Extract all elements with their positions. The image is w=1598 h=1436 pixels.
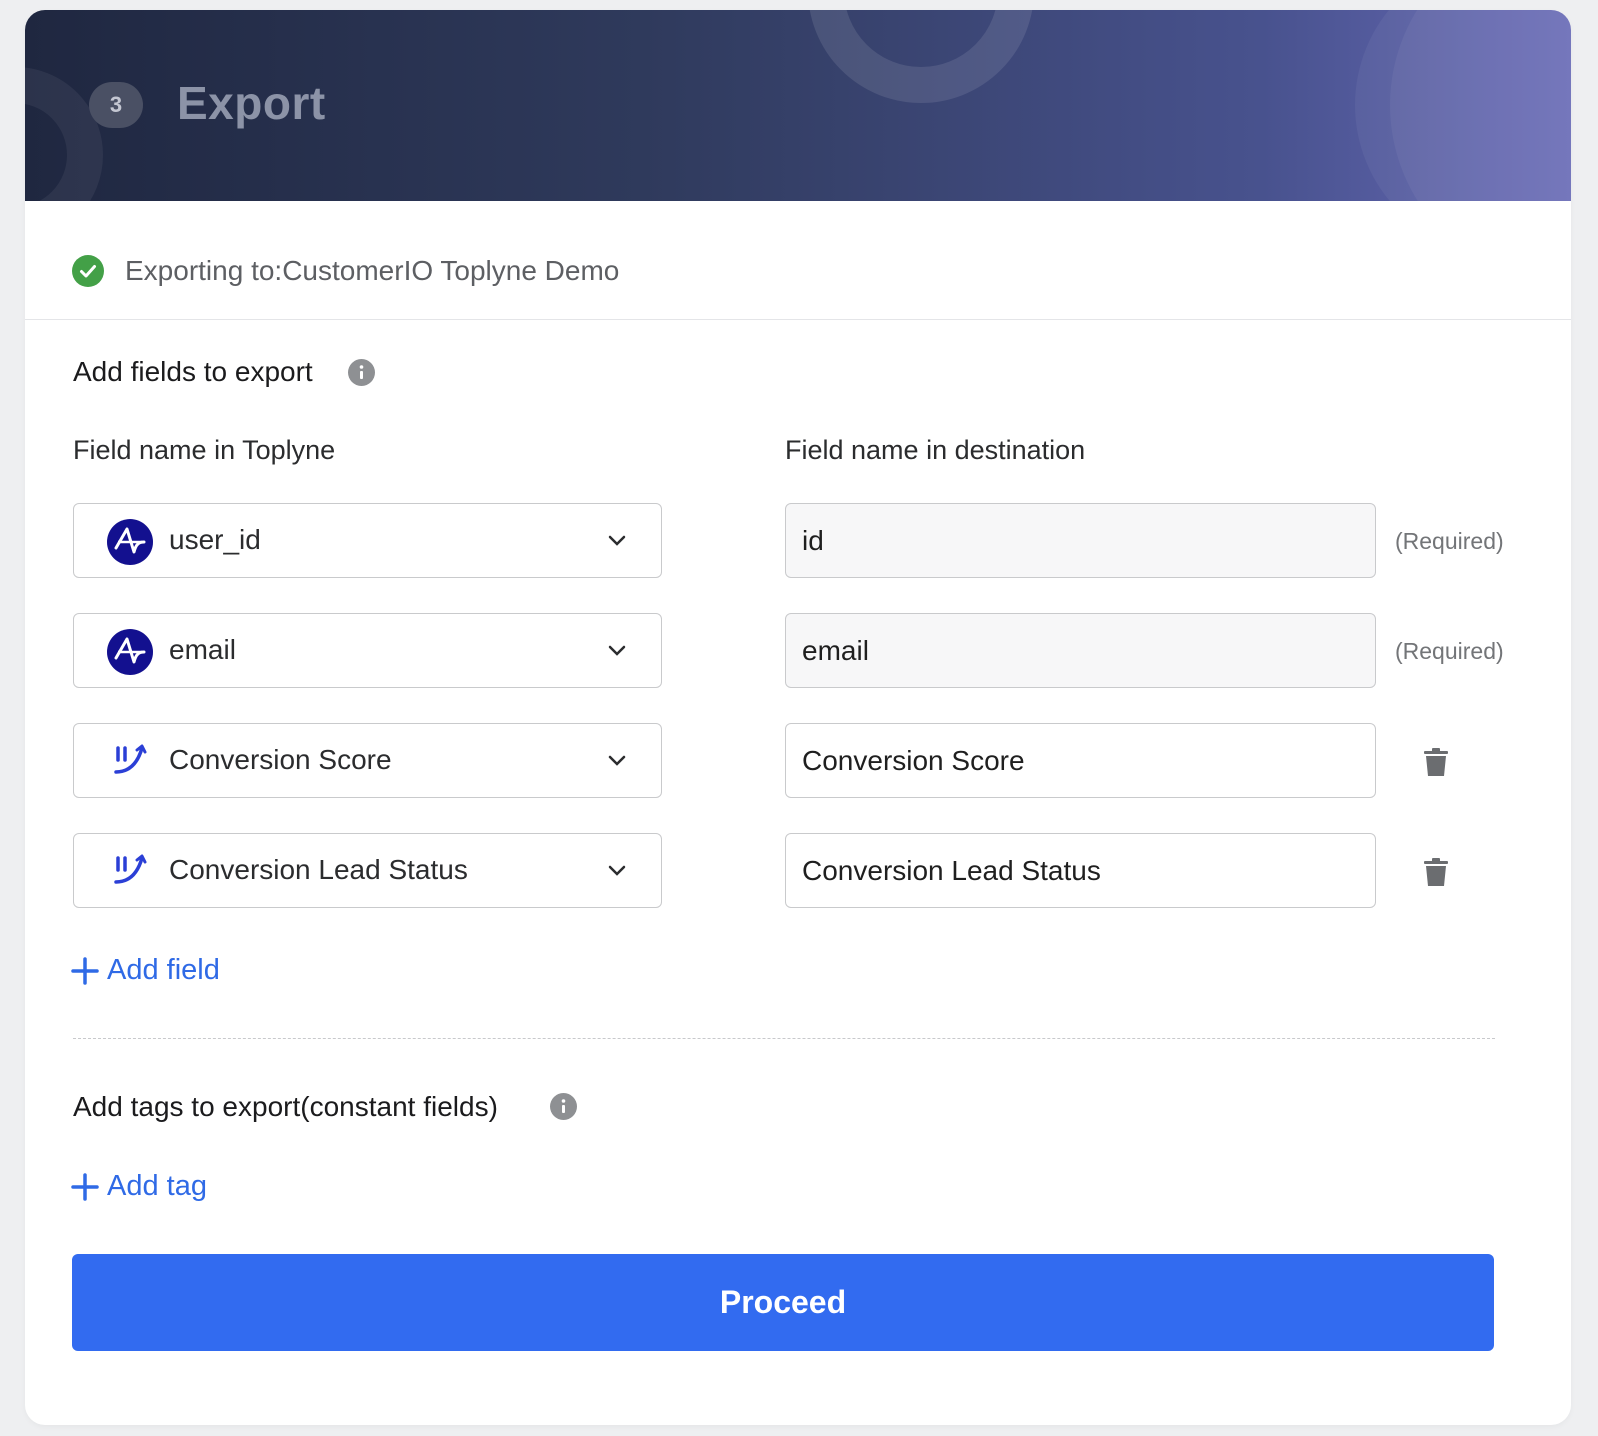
- source-field-label: Conversion Lead Status: [169, 854, 468, 885]
- export-header: 3 Export: [25, 10, 1571, 201]
- plus-icon: [71, 1172, 99, 1201]
- source-field-select[interactable]: user_id: [73, 503, 662, 578]
- plus-icon: [71, 956, 99, 985]
- tags-section-title: Add tags to export(constant fields): [73, 1091, 498, 1122]
- source-field-label: email: [169, 634, 236, 665]
- export-destination-status: Exporting to:CustomerIO Toplyne Demo: [25, 201, 1571, 320]
- section-divider: [73, 1038, 1495, 1039]
- step-number-badge: 3: [89, 82, 143, 128]
- add-field-label: Add field: [107, 954, 220, 986]
- chevron-down-icon: [608, 535, 626, 546]
- col-label-source: Field name in Toplyne: [73, 435, 336, 465]
- proceed-button[interactable]: Proceed: [72, 1254, 1494, 1351]
- add-field-button[interactable]: Add field: [71, 954, 220, 987]
- required-label: (Required): [1395, 528, 1504, 554]
- destination-field-input[interactable]: [785, 503, 1376, 578]
- chevron-down-icon: [608, 645, 626, 656]
- add-tag-button[interactable]: Add tag: [71, 1170, 207, 1203]
- destination-field-input[interactable]: [785, 613, 1376, 688]
- trash-icon[interactable]: [1423, 747, 1449, 777]
- toplyne-icon: [114, 744, 147, 774]
- source-field-select[interactable]: Conversion Score: [73, 723, 662, 798]
- destination-field-input[interactable]: [785, 723, 1376, 798]
- source-field-label: Conversion Score: [169, 744, 392, 775]
- check-circle-icon: [72, 255, 104, 287]
- export-card: 3 Export Exporting to:CustomerIO Toplyne…: [25, 10, 1571, 1425]
- destination-field-input[interactable]: [785, 833, 1376, 908]
- trash-icon[interactable]: [1423, 857, 1449, 887]
- col-label-destination: Field name in destination: [785, 435, 1086, 465]
- fields-section-title: Add fields to export: [73, 356, 313, 387]
- source-field-label: user_id: [169, 524, 261, 555]
- required-label: (Required): [1395, 638, 1504, 664]
- status-text: Exporting to:CustomerIO Toplyne Demo: [125, 255, 620, 286]
- source-field-select[interactable]: Conversion Lead Status: [73, 833, 662, 908]
- info-icon[interactable]: [550, 1093, 577, 1120]
- chevron-down-icon: [608, 755, 626, 766]
- amplitude-icon: [107, 519, 153, 565]
- toplyne-icon: [114, 854, 147, 884]
- add-tag-label: Add tag: [107, 1170, 207, 1202]
- page-title: Export: [177, 77, 326, 129]
- source-field-select[interactable]: email: [73, 613, 662, 688]
- info-icon[interactable]: [348, 359, 375, 386]
- amplitude-icon: [107, 629, 153, 675]
- chevron-down-icon: [608, 865, 626, 876]
